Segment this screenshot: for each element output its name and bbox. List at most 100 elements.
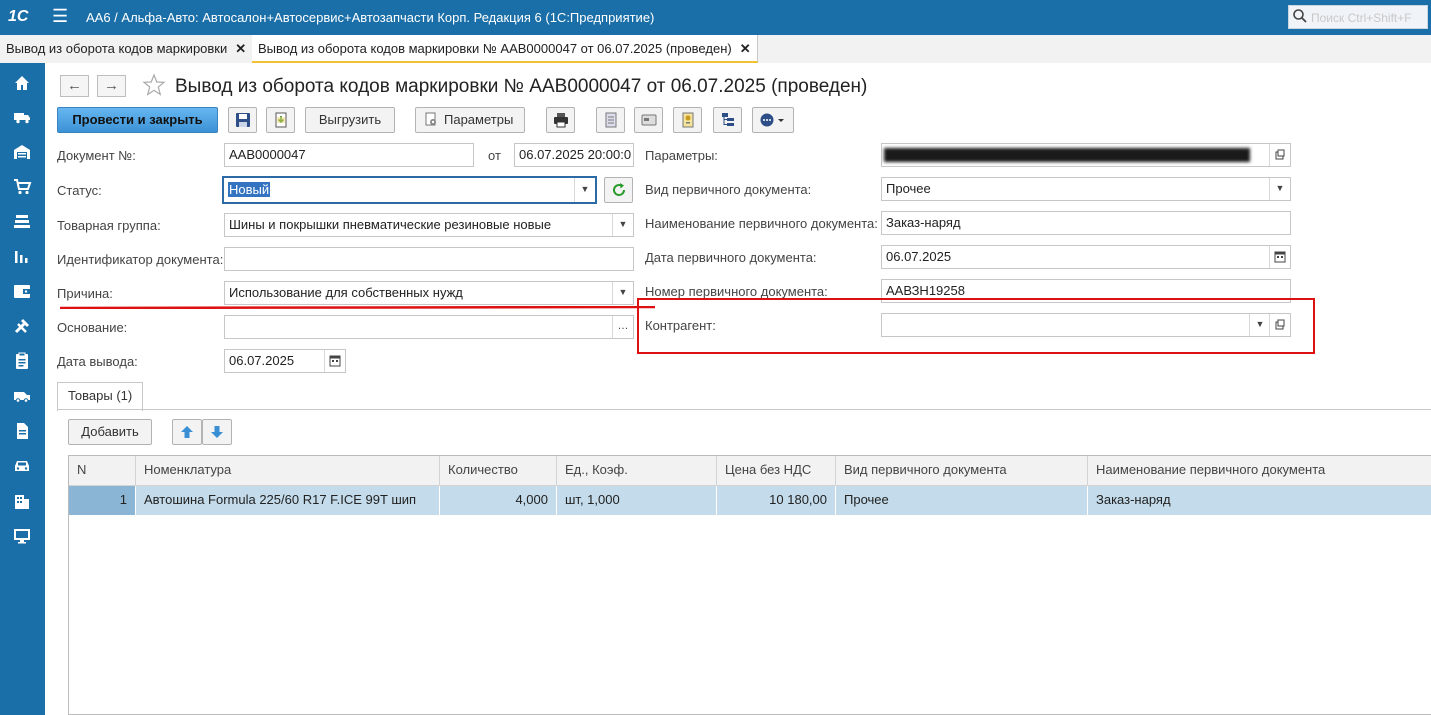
table-cell[interactable]: 4,000	[440, 486, 557, 515]
table-cell[interactable]: 10 180,00	[717, 486, 836, 515]
table-cell[interactable]: шт, 1,000	[557, 486, 717, 515]
app-header: 1С ☰ АА6 / Альфа-Авто: Автосалон+Автосер…	[0, 0, 1431, 35]
report-button[interactable]	[596, 107, 625, 133]
primary-doc-date-field[interactable]: 06.07.2025	[881, 245, 1291, 269]
withdrawal-date-field[interactable]: 06.07.2025	[224, 349, 346, 373]
basis-label: Основание:	[57, 320, 128, 335]
favorite-star-icon[interactable]	[142, 73, 166, 97]
parameters-field-label: Параметры:	[645, 148, 718, 163]
table-cell[interactable]: Прочее	[836, 486, 1088, 515]
table-cell[interactable]: 1	[69, 486, 136, 515]
parameters-button[interactable]: Параметры	[415, 107, 525, 133]
chevron-down-icon[interactable]: ▼	[1269, 178, 1290, 200]
calendar-icon[interactable]	[1269, 246, 1290, 268]
main-menu-icon[interactable]: ☰	[52, 6, 68, 27]
column-header[interactable]: Вид первичного документа	[836, 456, 1088, 486]
move-up-button[interactable]	[172, 419, 202, 445]
withdrawal-date-value: 06.07.2025	[229, 353, 295, 368]
withdrawal-date-label: Дата вывода:	[57, 354, 138, 369]
column-header[interactable]: Ед., Коэф.	[557, 456, 717, 486]
date-from-label: от	[488, 148, 501, 163]
warehouse-icon[interactable]	[12, 142, 32, 162]
page-title: Вывод из оборота кодов маркировки № ААВ0…	[175, 76, 868, 97]
primary-doc-type-label: Вид первичного документа:	[645, 182, 812, 197]
open-icon[interactable]	[1269, 144, 1290, 166]
reason-select[interactable]: Использование для собственных нужд ▼	[224, 281, 634, 305]
red-underline-annotation	[60, 306, 655, 309]
column-header[interactable]: Наименование первичного документа	[1088, 456, 1431, 486]
search-icon	[1293, 9, 1307, 23]
column-header[interactable]: N	[69, 456, 136, 486]
status-label: Статус:	[57, 183, 102, 198]
primary-doc-name-field[interactable]: Заказ-наряд	[881, 211, 1291, 235]
column-header[interactable]: Цена без НДС	[717, 456, 836, 486]
parameters-field[interactable]	[881, 143, 1291, 167]
arrow-down-icon	[211, 426, 223, 438]
hierarchy-icon	[721, 113, 734, 126]
tab-goods[interactable]: Товары (1)	[57, 382, 144, 411]
post-and-close-button[interactable]: Провести и закрыть	[57, 107, 218, 133]
close-icon[interactable]: ✕	[740, 41, 751, 56]
car-icon[interactable]	[12, 456, 32, 476]
truck-icon[interactable]	[12, 107, 32, 127]
calendar-icon[interactable]	[324, 350, 345, 372]
building-icon[interactable]	[12, 491, 32, 511]
column-header[interactable]: Количество	[440, 456, 557, 486]
wallet-icon[interactable]	[12, 281, 32, 301]
card-button[interactable]	[634, 107, 663, 133]
structure-button[interactable]	[713, 107, 742, 133]
add-row-button[interactable]: Добавить	[68, 419, 152, 445]
product-group-select[interactable]: Шины и покрышки пневматические резиновые…	[224, 213, 634, 237]
export-button[interactable]: Выгрузить	[305, 107, 395, 133]
product-group-label: Товарная группа:	[57, 218, 161, 233]
chevron-down-icon[interactable]: ▼	[612, 282, 633, 304]
doc-number-field[interactable]: ААВ0000047	[224, 143, 474, 167]
card-icon	[641, 114, 656, 126]
move-down-button[interactable]	[202, 419, 232, 445]
sections-sidebar	[0, 63, 45, 715]
home-icon[interactable]	[12, 73, 32, 93]
save-button[interactable]	[228, 107, 257, 133]
stack-icon[interactable]	[12, 211, 32, 231]
tools-icon[interactable]	[12, 316, 32, 336]
print-button[interactable]	[546, 107, 575, 133]
clipboard-icon[interactable]	[12, 351, 32, 371]
chevron-down-icon[interactable]: ▼	[574, 178, 595, 202]
back-button[interactable]: ←	[60, 75, 89, 97]
tab-document[interactable]: Вывод из оборота кодов маркировки № ААВ0…	[252, 35, 758, 63]
doc-identifier-field[interactable]	[224, 247, 634, 271]
tab-list[interactable]: Вывод из оборота кодов маркировки ✕	[0, 35, 254, 63]
close-icon[interactable]: ✕	[235, 41, 246, 56]
table-cell[interactable]: Заказ-наряд	[1088, 486, 1431, 515]
window-tabs: Вывод из оборота кодов маркировки ✕ Вывод…	[0, 35, 1431, 64]
primary-doc-type-select[interactable]: Прочее ▼	[881, 177, 1291, 201]
chevron-down-icon[interactable]: ▼	[612, 214, 633, 236]
ellipsis-icon[interactable]: …	[612, 316, 633, 338]
doc-identifier-label: Идентификатор документа:	[57, 252, 224, 267]
product-group-value: Шины и покрышки пневматические резиновые…	[229, 217, 552, 232]
certificate-button[interactable]	[673, 107, 702, 133]
tab-divider	[57, 409, 1431, 410]
status-select[interactable]: Новый ▼	[222, 176, 597, 204]
document-icon[interactable]	[12, 421, 32, 441]
table-cell[interactable]: Автошина Formula 225/60 R17 F.ICE 99T ши…	[136, 486, 440, 515]
global-search[interactable]: Поиск Ctrl+Shift+F	[1288, 5, 1428, 29]
chart-icon[interactable]	[12, 246, 32, 266]
post-button[interactable]	[266, 107, 295, 133]
forward-button[interactable]: →	[97, 75, 126, 97]
column-header[interactable]: Номенклатура	[136, 456, 440, 486]
red-highlight-box-annotation	[637, 298, 1315, 354]
tab-label: Вывод из оборота кодов маркировки	[6, 41, 228, 56]
monitor-icon[interactable]	[12, 526, 32, 546]
doc-date-field[interactable]: 06.07.2025 20:00:0	[514, 143, 634, 167]
parameters-label: Параметры	[444, 112, 514, 127]
refresh-icon	[612, 183, 625, 196]
arrow-up-icon	[181, 426, 193, 438]
more-actions-button[interactable]	[752, 107, 794, 133]
more-icon	[760, 113, 784, 127]
certificate-icon	[682, 112, 693, 128]
cart-icon[interactable]	[12, 177, 32, 197]
van-icon[interactable]	[12, 386, 32, 406]
basis-field[interactable]: …	[224, 315, 634, 339]
refresh-status-button[interactable]	[604, 177, 633, 203]
